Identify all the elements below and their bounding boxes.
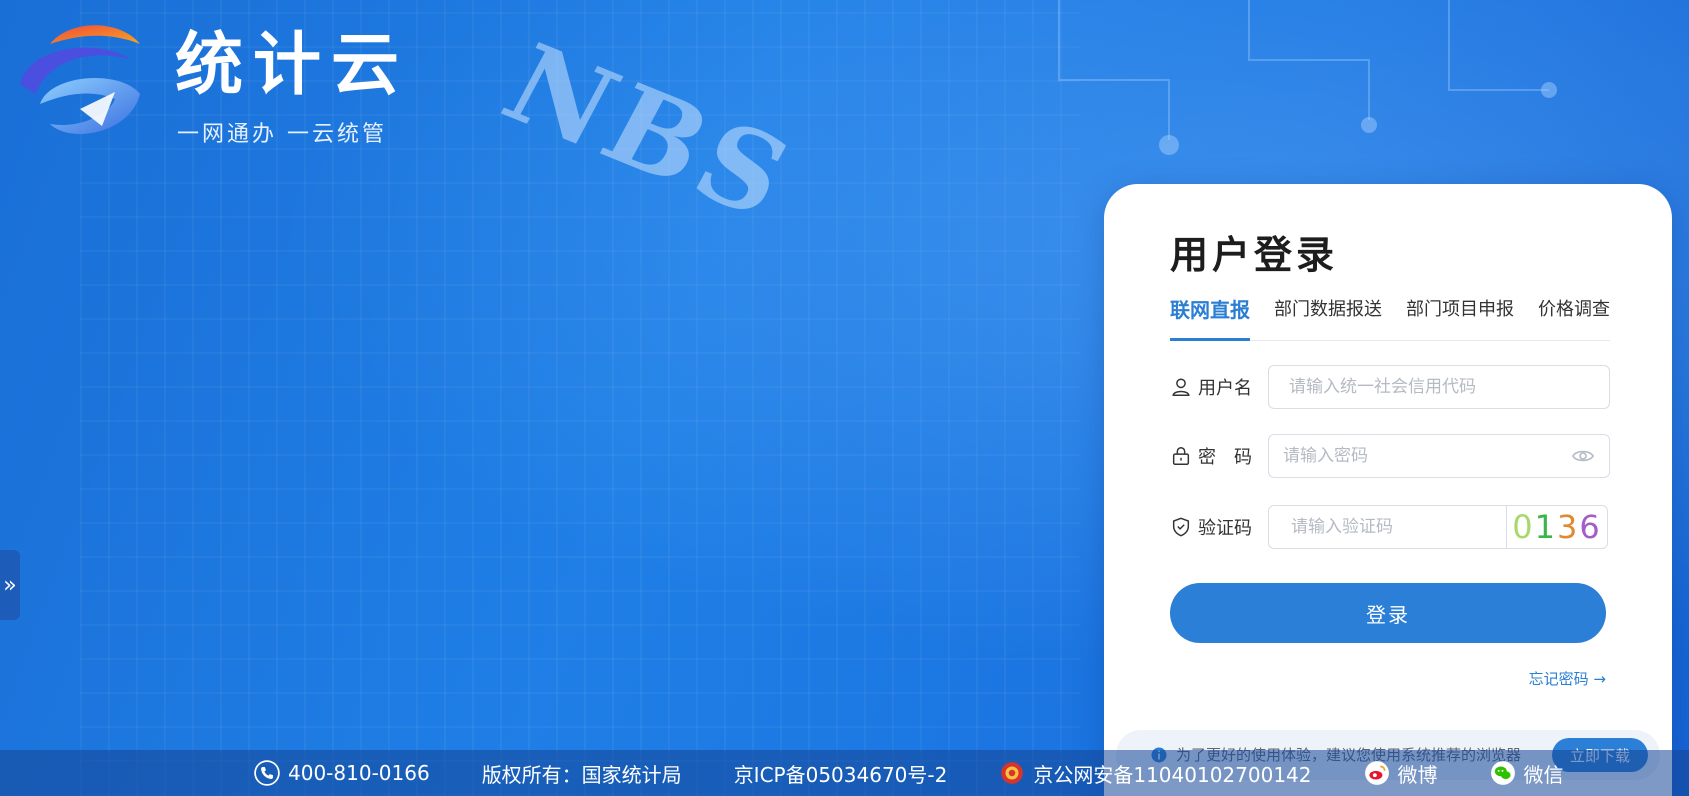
password-field-box bbox=[1268, 434, 1610, 478]
captcha-digit: 1 bbox=[1534, 508, 1557, 546]
footer-copyright: 版权所有：国家统计局 bbox=[481, 762, 682, 787]
password-row: 密 码 bbox=[1170, 434, 1610, 478]
lock-icon bbox=[1172, 447, 1190, 465]
footer-icp[interactable]: 京ICP备05034670号-2 bbox=[734, 759, 948, 788]
captcha-row: 验证码 0 1 3 6 bbox=[1170, 505, 1610, 549]
login-title: 用户登录 bbox=[1170, 233, 1339, 277]
tab-department-project[interactable]: 部门项目申报 bbox=[1406, 294, 1514, 338]
eye-icon[interactable] bbox=[1571, 444, 1595, 468]
footer-police-record[interactable]: 京公网安备11040102700142 bbox=[999, 759, 1312, 788]
captcha-image[interactable]: 0 1 3 6 bbox=[1506, 505, 1608, 549]
side-expand-handle[interactable]: » bbox=[0, 550, 20, 620]
footer-phone: 400-810-0166 bbox=[254, 760, 430, 786]
tab-online-report[interactable]: 联网直报 bbox=[1170, 294, 1250, 341]
shield-check-icon bbox=[1172, 517, 1190, 537]
phone-icon bbox=[254, 760, 280, 786]
login-card: 用户登录 联网直报 部门数据报送 部门项目申报 价格调查 用户名 请输入统一社会… bbox=[1104, 184, 1672, 796]
footer: 400-810-0166 版权所有：国家统计局 京ICP备05034670号-2… bbox=[0, 750, 1689, 796]
captcha-digit: 0 bbox=[1512, 508, 1535, 546]
username-label: 用户名 bbox=[1170, 365, 1252, 409]
tab-price-survey[interactable]: 价格调查 bbox=[1538, 294, 1610, 338]
captcha-label: 验证码 bbox=[1170, 505, 1252, 549]
login-page: NBS 统计云 一网通办 一云统管 » 用户登录 联网直报 部门数据报送 部门项… bbox=[0, 0, 1689, 796]
captcha-digit: 6 bbox=[1579, 508, 1602, 546]
brand-logo: 统计云 一网通办 一云统管 bbox=[10, 14, 410, 147]
background-circuit-lines bbox=[1058, 0, 1557, 155]
username-row: 用户名 bbox=[1170, 365, 1610, 409]
footer-weibo[interactable]: 微博 bbox=[1364, 759, 1438, 788]
login-tabs: 联网直报 部门数据报送 部门项目申报 价格调查 bbox=[1170, 294, 1610, 341]
footer-wechat[interactable]: 微信 bbox=[1490, 759, 1564, 788]
forgot-password-link[interactable]: 忘记密码 → bbox=[1529, 668, 1606, 689]
weibo-icon bbox=[1364, 761, 1389, 785]
user-icon bbox=[1172, 378, 1190, 396]
captcha-field-box bbox=[1268, 505, 1507, 549]
brand-slogan: 一网通办 一云统管 bbox=[177, 122, 387, 147]
captcha-digit: 3 bbox=[1557, 508, 1580, 546]
brand-title: 统计云 bbox=[175, 26, 410, 105]
username-field-box bbox=[1268, 365, 1610, 409]
tab-department-data[interactable]: 部门数据报送 bbox=[1274, 294, 1382, 338]
police-badge-icon bbox=[1001, 762, 1024, 784]
cloud-logo-icon bbox=[20, 25, 140, 134]
login-button[interactable]: 登录 bbox=[1170, 583, 1606, 643]
captcha-input[interactable] bbox=[1269, 517, 1507, 537]
username-input[interactable] bbox=[1269, 377, 1609, 397]
wechat-icon bbox=[1490, 761, 1515, 785]
password-input[interactable] bbox=[1269, 446, 1571, 466]
double-chevron-right-icon: » bbox=[3, 572, 17, 598]
password-label: 密 码 bbox=[1170, 434, 1252, 478]
